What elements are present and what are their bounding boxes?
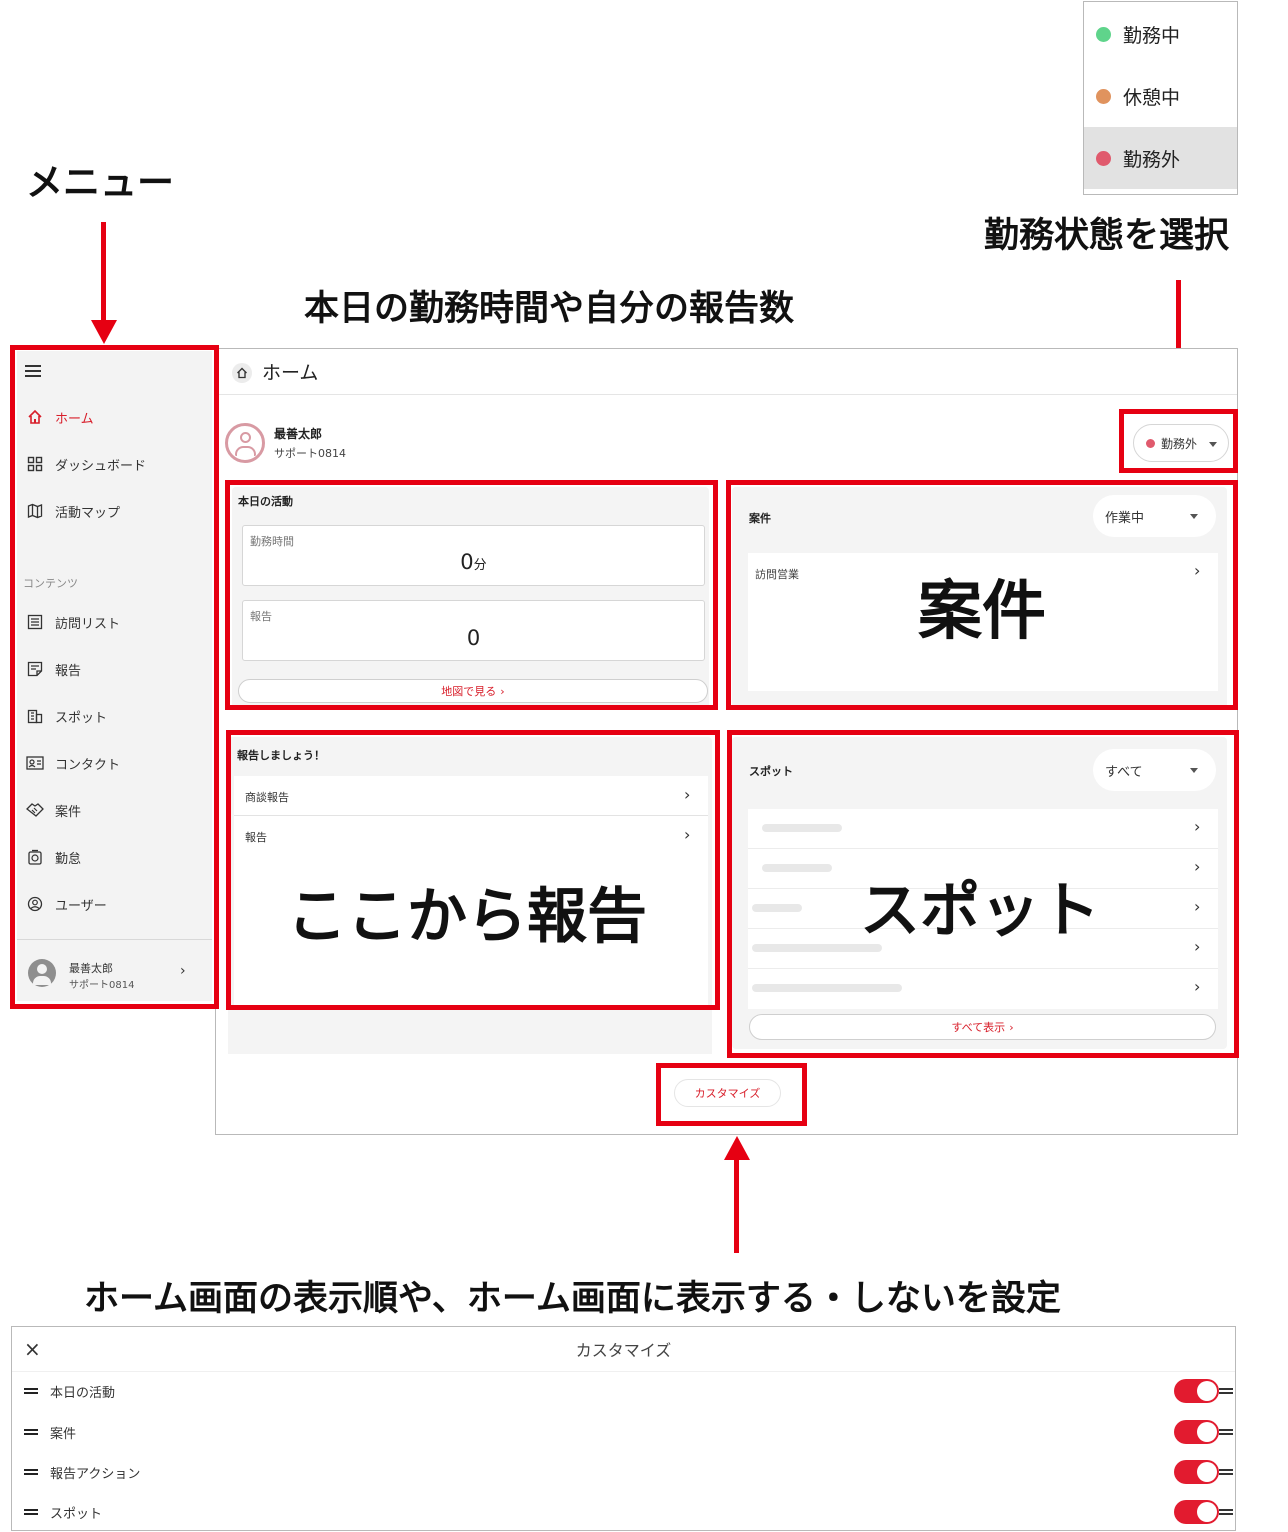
highlight-sidebar	[10, 345, 219, 1009]
drag-handle-icon[interactable]	[24, 1469, 38, 1475]
menu-arrow-line	[101, 222, 106, 322]
customize-row-cases: 案件	[12, 1412, 1235, 1452]
status-option-off[interactable]: 勤務外	[1084, 127, 1237, 189]
customize-row-label: 本日の活動	[50, 1385, 116, 1401]
user-sub: サポート0814	[274, 447, 346, 460]
status-option-label: 勤務外	[1123, 148, 1181, 171]
status-dot-icon	[1096, 88, 1111, 104]
customize-title: カスタマイズ	[575, 1341, 672, 1360]
page-title: ホーム	[262, 362, 319, 384]
drag-handle-icon	[1219, 1429, 1233, 1435]
highlight-status	[1119, 409, 1238, 473]
user-avatar	[225, 423, 265, 463]
visibility-toggle[interactable]	[1174, 1500, 1219, 1524]
menu-arrow-head	[91, 320, 117, 344]
header-divider	[216, 394, 1237, 395]
highlight-today-activity	[225, 480, 718, 710]
user-name: 最善太郎	[274, 427, 323, 441]
status-option-label: 休憩中	[1123, 86, 1181, 109]
customize-row-report-action: 報告アクション	[12, 1452, 1235, 1492]
menu-annotation: メニュー	[26, 161, 174, 204]
customize-panel: × カスタマイズ 本日の活動 案件 報告アクション スポット	[11, 1326, 1236, 1531]
customize-arrow-line	[734, 1158, 739, 1253]
customize-row-activity: 本日の活動	[12, 1371, 1235, 1411]
customize-annotation: ホーム画面の表示順や、ホーム画面に表示する・しないを設定	[84, 1279, 1061, 1319]
customize-arrow-head	[724, 1136, 750, 1160]
drag-handle-icon[interactable]	[24, 1388, 38, 1394]
spot-overlay-label: スポット	[860, 876, 1100, 946]
home-header-icon	[232, 363, 252, 383]
report-overlay-label: ここから報告	[287, 882, 647, 952]
drag-handle-icon	[1219, 1388, 1233, 1394]
customize-row-spots: スポット	[12, 1492, 1235, 1532]
status-dropdown-menu: 勤務中 休憩中 勤務外	[1083, 1, 1238, 195]
cases-overlay-label: 案件	[918, 575, 1046, 649]
status-annotation: 勤務状態を選択	[984, 216, 1230, 256]
status-option-working[interactable]: 勤務中	[1084, 3, 1237, 65]
drag-handle-icon[interactable]	[24, 1509, 38, 1515]
lower-background	[228, 1009, 712, 1054]
customize-row-label: スポット	[50, 1506, 103, 1522]
status-option-label: 勤務中	[1123, 24, 1181, 47]
status-option-break[interactable]: 休憩中	[1084, 65, 1237, 127]
customize-row-label: 報告アクション	[50, 1466, 141, 1482]
status-dot-icon	[1096, 26, 1111, 42]
visibility-toggle[interactable]	[1174, 1460, 1219, 1484]
status-dot-icon	[1096, 150, 1111, 166]
today-annotation: 本日の勤務時間や自分の報告数	[304, 289, 795, 329]
drag-handle-icon[interactable]	[24, 1429, 38, 1435]
visibility-toggle[interactable]	[1174, 1379, 1219, 1403]
drag-handle-icon	[1219, 1469, 1233, 1475]
customize-row-label: 案件	[50, 1426, 77, 1442]
drag-handle-icon	[1219, 1509, 1233, 1515]
visibility-toggle[interactable]	[1174, 1420, 1219, 1444]
highlight-customize	[656, 1063, 807, 1126]
